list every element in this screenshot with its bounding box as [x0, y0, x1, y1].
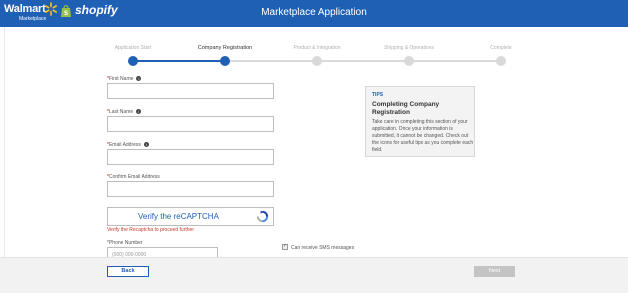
- last-name-label-text: Last Name: [108, 109, 134, 115]
- tips-heading: TIPS: [372, 92, 384, 98]
- footer-bar: [0, 257, 628, 293]
- tips-body: Take care in completing this section of …: [372, 119, 474, 153]
- phone-label-text: Phone Number: [108, 240, 143, 246]
- step-dot-complete: [496, 56, 506, 66]
- tips-title: Completing Company Registration: [372, 101, 440, 116]
- sms-checkbox-label: Can receive SMS messages: [291, 245, 355, 251]
- email-label: *Email Address i: [107, 142, 149, 148]
- email-label-text: Email Address: [108, 142, 141, 148]
- left-divider: [4, 27, 5, 293]
- step-dot-product-integration: [312, 56, 322, 66]
- page-title: Marketplace Application: [261, 7, 367, 18]
- sms-checkbox[interactable]: [282, 243, 288, 250]
- step-label-complete: Complete: [490, 45, 512, 51]
- top-header-bar: Walmart Marketplace S shopify Marketplac…: [0, 0, 628, 27]
- step-dot-company-registration: [220, 56, 230, 66]
- phone-label: *Phone Number: [107, 240, 143, 246]
- application-page: Walmart Marketplace S shopify Marketplac…: [0, 0, 628, 293]
- tips-panel: TIPS Completing Company Registration Tak…: [365, 86, 475, 157]
- step-label-shipping-operations: Shipping & Operations: [383, 45, 435, 51]
- stepper-progress: [133, 60, 225, 62]
- recaptcha-label: Verify the reCAPTCHA: [138, 212, 219, 221]
- last-name-field[interactable]: [107, 116, 274, 132]
- info-icon[interactable]: i: [136, 76, 142, 82]
- info-icon[interactable]: i: [136, 109, 142, 115]
- last-name-label: *Last Name i: [107, 109, 142, 115]
- back-button[interactable]: Back: [107, 266, 149, 277]
- first-name-label-text: First Name: [108, 76, 134, 82]
- next-button[interactable]: Next: [474, 266, 515, 277]
- step-dot-shipping-operations: [404, 56, 414, 66]
- recaptcha-error: Verify the Recaptcha to proceed further: [107, 227, 194, 233]
- first-name-field[interactable]: [107, 83, 274, 99]
- step-dot-application-start: [128, 56, 138, 66]
- first-name-label: *First Name i: [107, 76, 142, 82]
- confirm-email-label: *Confirm Email Address: [107, 174, 160, 180]
- recaptcha-widget[interactable]: Verify the reCAPTCHA: [107, 207, 274, 226]
- info-icon[interactable]: i: [143, 142, 149, 148]
- recaptcha-icon: [256, 210, 269, 223]
- confirm-email-label-text: Confirm Email Address: [108, 174, 160, 180]
- step-label-application-start: Application Start: [114, 45, 152, 51]
- step-label-product-integration: Product & Integration: [293, 45, 341, 51]
- email-field[interactable]: [107, 149, 274, 165]
- step-label-company-registration: Company Registration: [197, 45, 253, 51]
- confirm-email-field[interactable]: [107, 181, 274, 197]
